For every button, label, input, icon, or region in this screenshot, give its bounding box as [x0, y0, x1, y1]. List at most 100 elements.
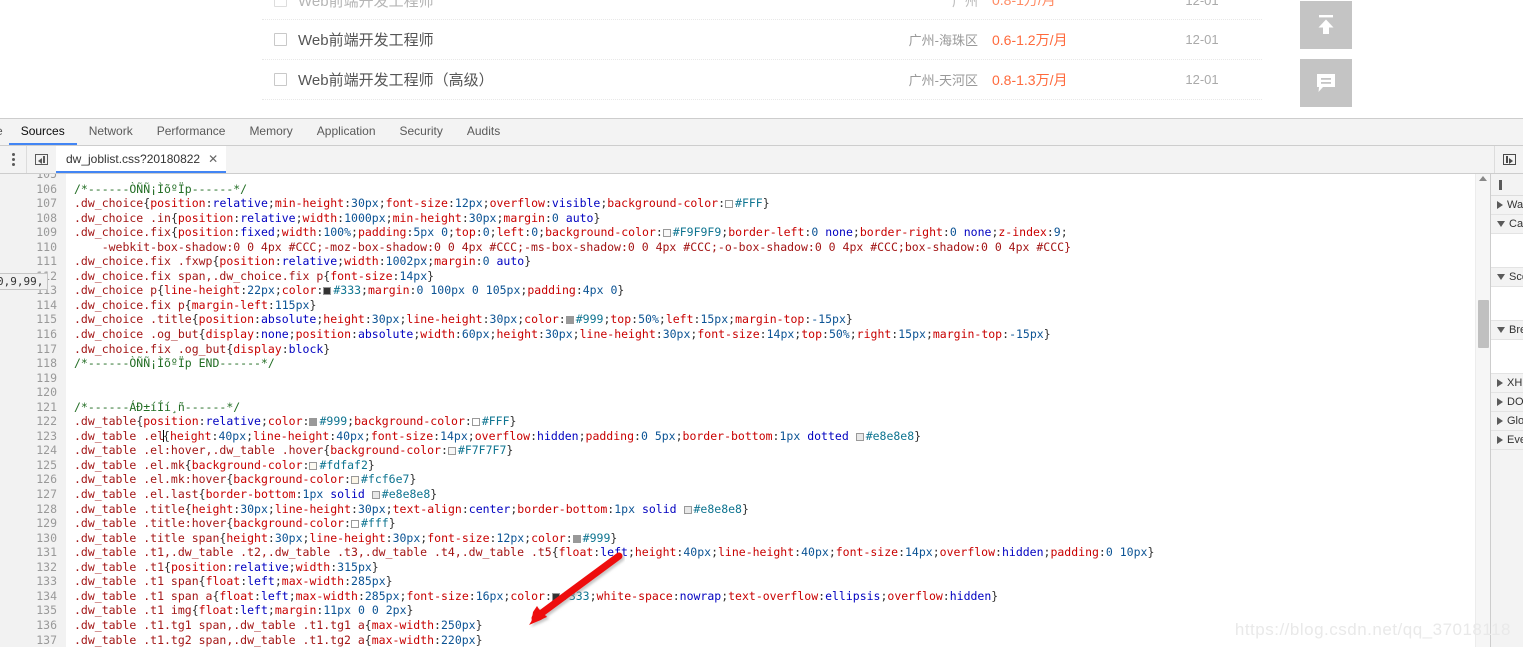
code-line[interactable]: 119 [0, 371, 1475, 386]
code-line[interactable]: 123.dw_table .el{height:40px;line-height… [0, 429, 1475, 444]
code-line[interactable]: 112.dw_choice.fix span,.dw_choice.fix p{… [0, 269, 1475, 284]
code-text[interactable] [66, 174, 74, 182]
code-text[interactable]: .dw_table .t1 span a{float:left;max-widt… [66, 589, 998, 604]
code-line[interactable]: 133.dw_table .t1 span{float:left;max-wid… [0, 574, 1475, 589]
code-text[interactable]: .dw_table .t1.tg1 span,.dw_table .t1.tg1… [66, 618, 483, 633]
table-row[interactable]: Web前端开发工程师 广州 0.8-1万/月 12-01 [262, 0, 1262, 20]
debugger-section-xhr-breakpoints[interactable]: XHR/fetch Breakpoints [1491, 374, 1523, 393]
code-line[interactable]: 129.dw_table .title:hover{background-col… [0, 516, 1475, 531]
code-text[interactable]: .dw_table .title span{height:30px;line-h… [66, 531, 617, 546]
code-text[interactable]: .dw_choice .og_but{display:none;position… [66, 327, 1051, 342]
table-row[interactable]: Web前端开发工程师（高级） 广州-天河区 0.8-1.3万/月 12-01 [262, 60, 1262, 100]
code-text[interactable]: .dw_table .el:hover,.dw_table .hover{bac… [66, 443, 513, 458]
debugger-section-scope[interactable]: Scope [1491, 268, 1523, 287]
checkbox-icon[interactable] [274, 33, 287, 46]
code-text[interactable]: .dw_choice .title{position:absolute;heig… [66, 312, 853, 327]
code-line[interactable]: 127.dw_table .el.last{border-bottom:1px … [0, 487, 1475, 502]
show-navigator-button[interactable] [26, 146, 56, 173]
code-text[interactable]: .dw_table .el.mk:hover{background-color:… [66, 472, 416, 487]
code-text[interactable] [66, 385, 74, 400]
code-text[interactable]: .dw_table .t1 img{float:left;margin:11px… [66, 603, 413, 618]
code-text[interactable] [66, 371, 74, 386]
show-debugger-sidebar-button[interactable] [1495, 154, 1523, 165]
table-row[interactable]: Web前端开发工程师 广州-海珠区 0.6-1.2万/月 12-01 [262, 20, 1262, 60]
code-line[interactable]: 128.dw_table .title{height:30px;line-hei… [0, 502, 1475, 517]
code-text[interactable]: .dw_choice.fix .fxwp{position:relative;w… [66, 254, 531, 269]
tab-security[interactable]: Security [388, 119, 455, 145]
code-line[interactable]: 106/*------ÒÑÑ¡ÌõºÏp------*/ [0, 182, 1475, 197]
code-line[interactable]: 125.dw_table .el.mk{background-color:#fd… [0, 458, 1475, 473]
scrollbar-thumb[interactable] [1478, 300, 1489, 348]
tab-truncated[interactable]: e [0, 119, 9, 145]
code-text[interactable]: .dw_table .t1{position:relative;width:31… [66, 560, 379, 575]
tab-network[interactable]: Network [77, 119, 145, 145]
code-line[interactable]: 114.dw_choice.fix p{margin-left:115px} [0, 298, 1475, 313]
code-editor[interactable]: 105106/*------ÒÑÑ¡ÌõºÏp------*/107.dw_ch… [0, 174, 1475, 647]
job-title[interactable]: Web前端开发工程师 [298, 29, 842, 50]
code-text[interactable]: .dw_table .el.last{border-bottom:1px sol… [66, 487, 437, 502]
code-line[interactable]: 110 -webkit-box-shadow:0 0 4px #CCC;-moz… [0, 240, 1475, 255]
code-text[interactable]: .dw_choice.fix p{margin-left:115px} [66, 298, 316, 313]
code-text[interactable]: /*------ÁÐ±íÍí¸ñ------*/ [66, 400, 240, 415]
code-text[interactable]: .dw_table .title{height:30px;line-height… [66, 502, 749, 517]
checkbox-icon[interactable] [274, 73, 287, 86]
code-text[interactable]: .dw_choice.fix{position:fixed;width:100%… [66, 225, 1068, 240]
code-line[interactable]: 134.dw_table .t1 span a{float:left;max-w… [0, 589, 1475, 604]
code-text[interactable]: .dw_table .t1,.dw_table .t2,.dw_table .t… [66, 545, 1154, 560]
editor-vertical-scrollbar[interactable] [1475, 174, 1490, 647]
code-text[interactable]: .dw_table .el{height:40px;line-height:40… [66, 429, 921, 444]
debugger-toolbar[interactable] [1491, 174, 1523, 196]
code-text[interactable]: .dw_choice .in{position:relative;width:1… [66, 211, 600, 226]
code-text[interactable]: /*------ÒÑÑ¡ÌõºÏp END------*/ [66, 356, 275, 371]
debugger-section-global-listeners[interactable]: Global Listeners [1491, 412, 1523, 431]
close-icon[interactable]: ✕ [208, 153, 218, 165]
code-text[interactable]: .dw_choice p{line-height:22px;color:#333… [66, 283, 624, 298]
code-line[interactable]: 105 [0, 174, 1475, 182]
tab-performance[interactable]: Performance [145, 119, 238, 145]
debugger-section-dom-breakpoints[interactable]: DOM Breakpoints [1491, 393, 1523, 412]
back-to-top-button[interactable] [1300, 1, 1352, 49]
job-title[interactable]: Web前端开发工程师 [298, 0, 842, 11]
tab-sources[interactable]: Sources [9, 119, 77, 145]
tab-application[interactable]: Application [305, 119, 388, 145]
code-text[interactable]: .dw_table{position:relative;color:#999;b… [66, 414, 516, 429]
row-checkbox-cell[interactable] [262, 33, 298, 46]
code-text[interactable]: .dw_table .title:hover{background-color:… [66, 516, 396, 531]
code-line[interactable]: 115.dw_choice .title{position:absolute;h… [0, 312, 1475, 327]
debugger-section-watch[interactable]: Watch [1491, 196, 1523, 215]
code-line[interactable]: 121/*------ÁÐ±íÍí¸ñ------*/ [0, 400, 1475, 415]
code-line[interactable]: 109.dw_choice.fix{position:fixed;width:1… [0, 225, 1475, 240]
code-line[interactable]: 122.dw_table{position:relative;color:#99… [0, 414, 1475, 429]
feedback-button[interactable] [1300, 59, 1352, 107]
scroll-up-arrow-icon[interactable] [1479, 176, 1487, 181]
row-checkbox-cell[interactable] [262, 73, 298, 86]
code-text[interactable]: .dw_table .t1.tg2 span,.dw_table .t1.tg2… [66, 633, 483, 647]
code-line[interactable]: 117.dw_choice.fix .og_but{display:block} [0, 342, 1475, 357]
code-text[interactable]: .dw_choice.fix span,.dw_choice.fix p{fon… [66, 269, 434, 284]
code-text[interactable]: /*------ÒÑÑ¡ÌõºÏp------*/ [66, 182, 247, 197]
code-line[interactable]: 131.dw_table .t1,.dw_table .t2,.dw_table… [0, 545, 1475, 560]
code-text[interactable]: .dw_table .el.mk{background-color:#fdfaf… [66, 458, 375, 473]
code-text[interactable]: -webkit-box-shadow:0 0 4px #CCC;-moz-box… [66, 240, 1071, 255]
code-line[interactable]: 132.dw_table .t1{position:relative;width… [0, 560, 1475, 575]
debugger-section-breakpoints[interactable]: Breakpoints [1491, 321, 1523, 340]
code-line[interactable]: 130.dw_table .title span{height:30px;lin… [0, 531, 1475, 546]
code-text[interactable]: .dw_choice{position:relative;min-height:… [66, 196, 770, 211]
code-line[interactable]: 124.dw_table .el:hover,.dw_table .hover{… [0, 443, 1475, 458]
code-line[interactable]: 116.dw_choice .og_but{display:none;posit… [0, 327, 1475, 342]
more-options-button[interactable] [0, 146, 26, 173]
code-line[interactable]: 107.dw_choice{position:relative;min-heig… [0, 196, 1475, 211]
file-tab-dw-joblist-css[interactable]: dw_joblist.css?20180822 ✕ [56, 146, 226, 173]
code-text[interactable]: .dw_choice.fix .og_but{display:block} [66, 342, 330, 357]
job-title[interactable]: Web前端开发工程师（高级） [298, 69, 842, 90]
debugger-section-call-stack[interactable]: Call Stack [1491, 215, 1523, 234]
code-line[interactable]: 111.dw_choice.fix .fxwp{position:relativ… [0, 254, 1475, 269]
code-line[interactable]: 126.dw_table .el.mk:hover{background-col… [0, 472, 1475, 487]
tab-audits[interactable]: Audits [455, 119, 512, 145]
code-content[interactable]: 105106/*------ÒÑÑ¡ÌõºÏp------*/107.dw_ch… [0, 174, 1475, 647]
code-line[interactable]: 113.dw_choice p{line-height:22px;color:#… [0, 283, 1475, 298]
code-line[interactable]: 108.dw_choice .in{position:relative;widt… [0, 211, 1475, 226]
row-checkbox-cell[interactable] [262, 0, 298, 7]
code-text[interactable]: .dw_table .t1 span{float:left;max-width:… [66, 574, 393, 589]
code-line[interactable]: 120 [0, 385, 1475, 400]
